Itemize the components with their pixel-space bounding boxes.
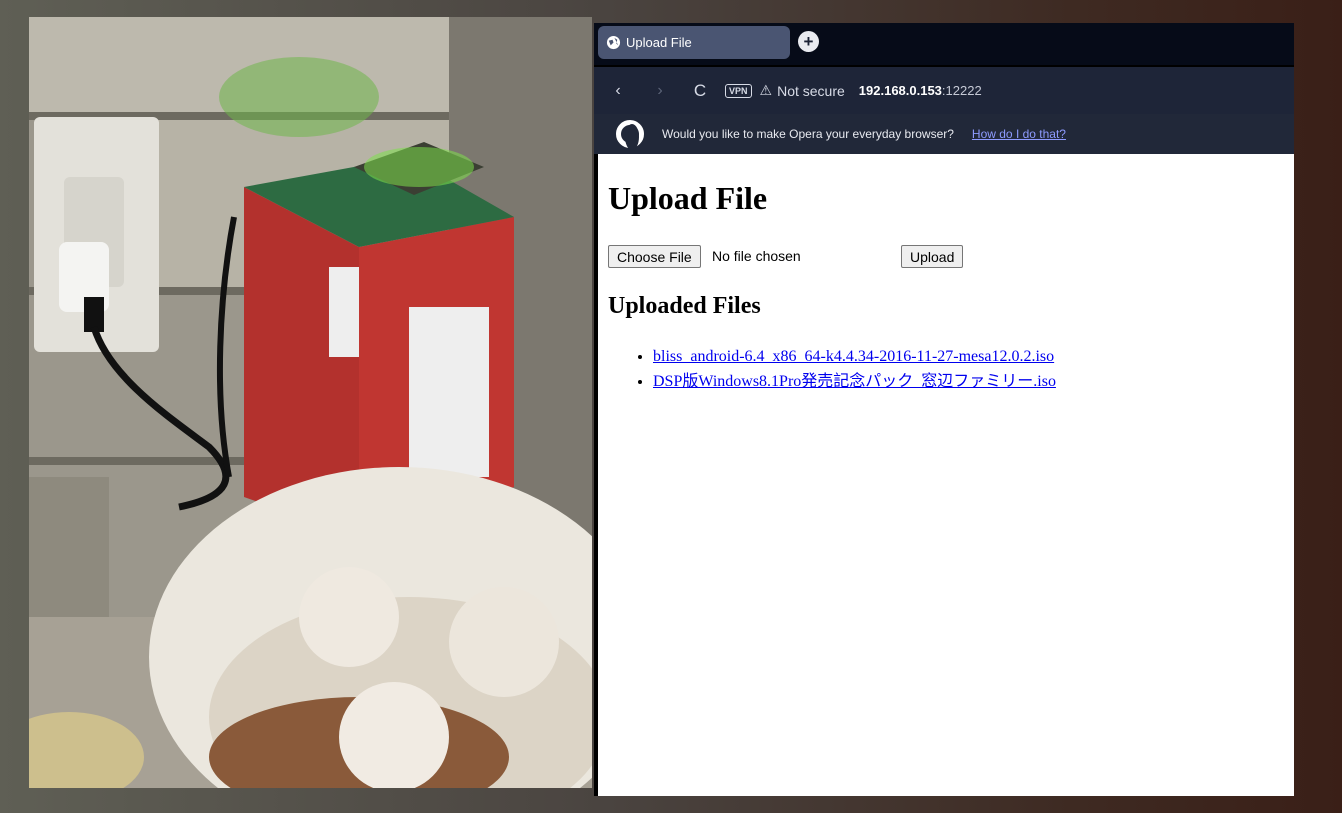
file-link[interactable]: DSP版Windows8.1Pro発売記念パック_窓辺ファミリー.iso — [653, 373, 1056, 390]
warning-icon: ⚠ — [759, 82, 773, 98]
file-status-text: No file chosen — [712, 248, 801, 264]
photo — [29, 17, 592, 788]
photo-illustration — [29, 17, 592, 788]
uploaded-files-list: bliss_android-6.4_x86_64-k4.4.34-2016-11… — [634, 344, 1056, 394]
default-browser-promo: Would you like to make Opera your everyd… — [594, 114, 1294, 154]
page-title: Upload File — [608, 180, 768, 216]
address-bar: ‹ › C VPN ⚠ Not secure 192.168.0.153:122… — [594, 67, 1294, 114]
vpn-badge[interactable]: VPN — [725, 83, 752, 98]
tab-bar: Upload File + — [594, 23, 1294, 65]
uploaded-files-heading: Uploaded Files — [608, 293, 761, 319]
list-item: bliss_android-6.4_x86_64-k4.4.34-2016-11… — [653, 344, 1056, 369]
browser-window: Upload File + ‹ › C VPN ⚠ Not secure 192… — [594, 23, 1294, 796]
url-port[interactable]: :12222 — [942, 83, 982, 98]
security-indicator[interactable]: Not secure — [777, 83, 845, 99]
promo-text: Would you like to make Opera your everyd… — [662, 127, 954, 141]
file-link[interactable]: bliss_android-6.4_x86_64-k4.4.34-2016-11… — [653, 348, 1054, 365]
upload-button[interactable]: Upload — [901, 245, 964, 268]
reload-button[interactable]: C — [689, 81, 711, 101]
tab-upload-file[interactable]: Upload File — [598, 26, 790, 59]
back-button[interactable]: ‹ — [607, 82, 629, 100]
new-tab-button[interactable]: + — [798, 31, 819, 52]
choose-file-button[interactable]: Choose File — [608, 245, 701, 268]
page-content: Upload File Choose File No file chosen U… — [598, 154, 1294, 796]
forward-button[interactable]: › — [649, 82, 671, 100]
tab-title: Upload File — [626, 35, 692, 50]
url-host[interactable]: 192.168.0.153 — [859, 83, 942, 98]
promo-help-link[interactable]: How do I do that? — [972, 127, 1066, 141]
list-item: DSP版Windows8.1Pro発売記念パック_窓辺ファミリー.iso — [653, 369, 1056, 394]
globe-icon — [606, 35, 621, 50]
plus-icon: + — [803, 32, 814, 51]
opera-logo-icon — [616, 120, 644, 150]
